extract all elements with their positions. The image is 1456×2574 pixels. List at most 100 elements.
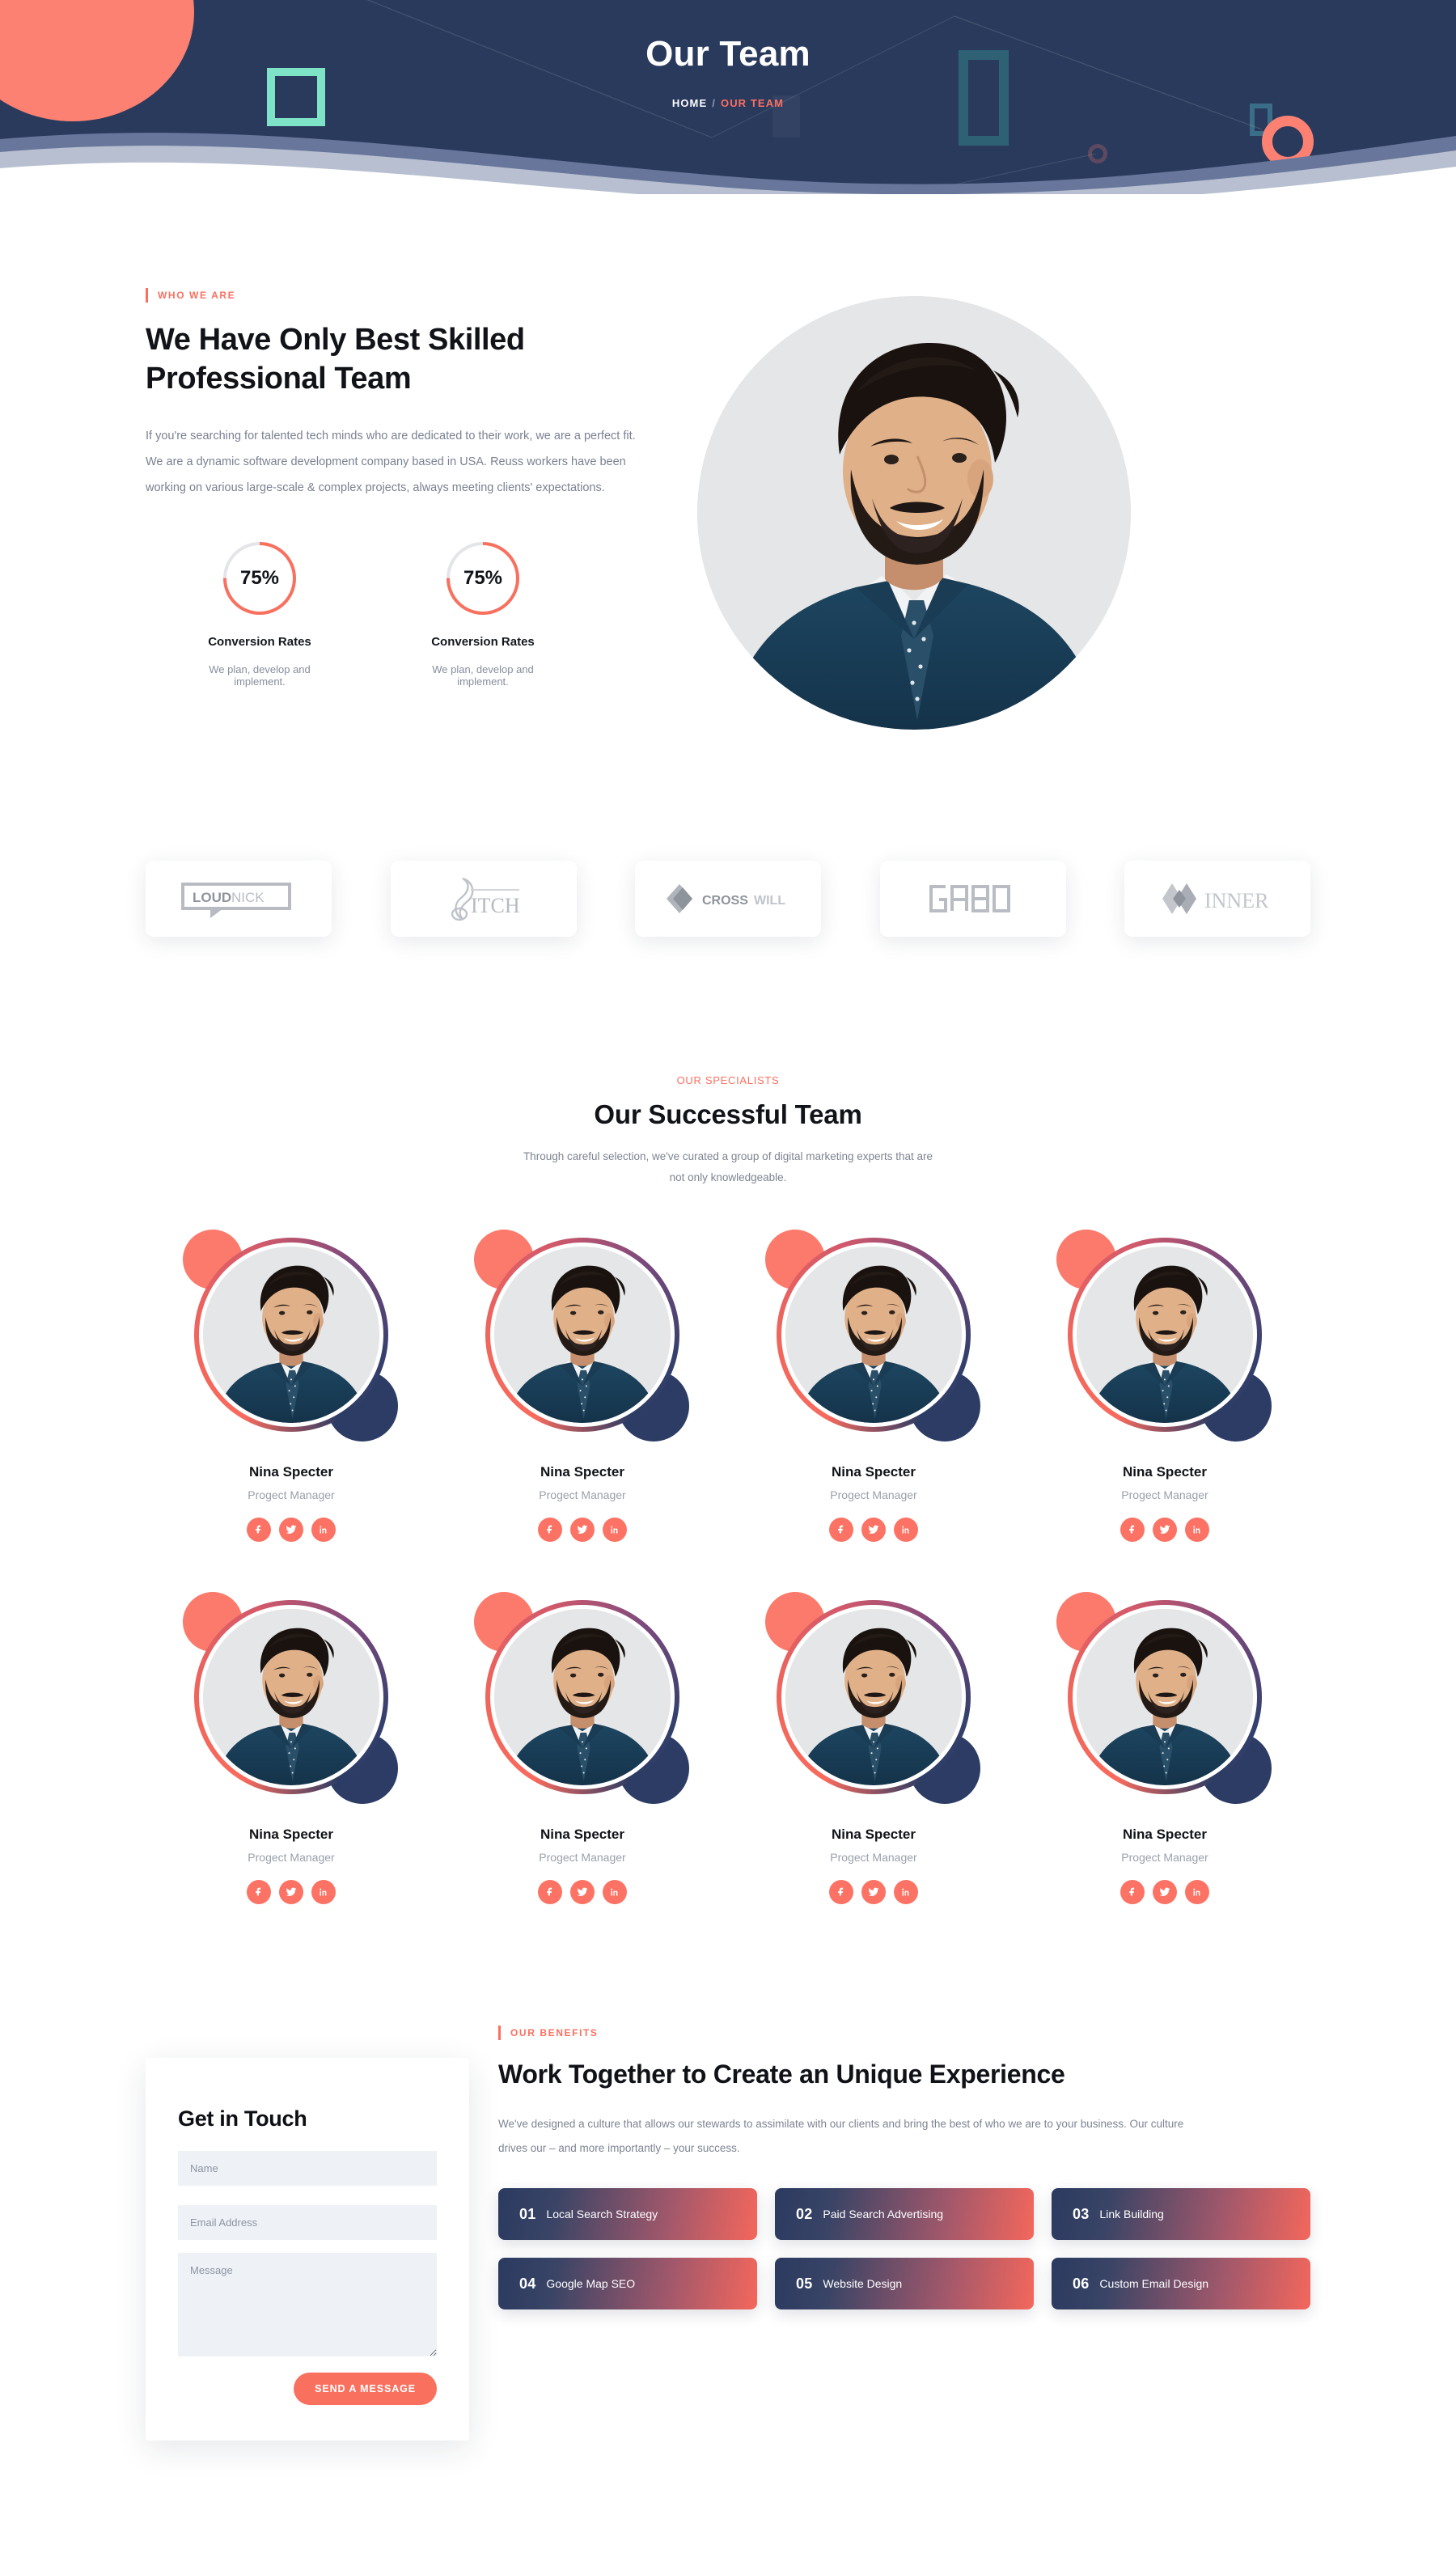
benefit-card[interactable]: 01 Local Search Strategy (498, 2188, 757, 2241)
team-member-role: Progect Manager (539, 1488, 626, 1501)
benefit-label: Local Search Strategy (546, 2208, 658, 2221)
facebook-link[interactable] (247, 1517, 271, 1542)
facebook-icon (545, 1886, 556, 1897)
team-member-socials (146, 1517, 437, 1542)
twitter-link[interactable] (570, 1879, 595, 1904)
benefit-number: 06 (1073, 2275, 1090, 2292)
inner-logo-icon: INNER (1162, 883, 1269, 914)
avatar-gradient-ring (485, 1599, 679, 1794)
twitter-icon (1159, 1524, 1170, 1535)
team-member-avatar (183, 1589, 400, 1806)
twitter-link[interactable] (279, 1879, 303, 1904)
linkedin-link[interactable] (894, 1879, 918, 1904)
avatar-photo (203, 1246, 379, 1423)
linkedin-link[interactable] (311, 1879, 336, 1904)
brand-card-crosswill[interactable]: CROSS WILL (635, 861, 821, 937)
avatar-inner-frame (781, 1242, 966, 1427)
team-member-card[interactable]: Nina Specter Progect Manager (437, 1589, 728, 1904)
team-member-socials (1019, 1879, 1310, 1904)
benefit-label: Paid Search Advertising (823, 2208, 944, 2221)
team-member-role: Progect Manager (830, 1488, 917, 1501)
benefit-number: 02 (796, 2205, 813, 2222)
benefit-card[interactable]: 03 Link Building (1052, 2188, 1310, 2241)
twitter-link[interactable] (1153, 1517, 1177, 1542)
benefit-card[interactable]: 05 Website Design (775, 2258, 1034, 2310)
linkedin-link[interactable] (311, 1517, 336, 1542)
facebook-link[interactable] (829, 1879, 853, 1904)
linkedin-link[interactable] (603, 1879, 627, 1904)
crosswill-logo-icon: CROSS WILL (667, 884, 785, 913)
linkedin-link[interactable] (1185, 1879, 1209, 1904)
linkedin-icon (610, 1887, 620, 1897)
twitter-link[interactable] (861, 1879, 886, 1904)
avatar-photo (785, 1608, 962, 1785)
avatar-gradient-ring (777, 1237, 971, 1432)
page-title: Our Team (645, 34, 811, 74)
team-member-card[interactable]: Nina Specter Progect Manager (437, 1226, 728, 1542)
send-message-button[interactable]: SEND A MESSAGE (294, 2372, 437, 2405)
message-textarea[interactable] (178, 2252, 437, 2356)
brand-card-inner[interactable]: INNER (1124, 861, 1310, 937)
benefit-card[interactable]: 04 Google Map SEO (498, 2258, 757, 2310)
benefits-eyebrow: OUR BENEFITS (498, 2026, 1310, 2040)
twitter-link[interactable] (1153, 1879, 1177, 1904)
name-input[interactable] (178, 2150, 437, 2186)
brand-card-loudnick[interactable]: LOUD NICK (146, 861, 332, 937)
stat-description: We plan, develop and implement. (209, 663, 311, 688)
linkedin-link[interactable] (603, 1517, 627, 1542)
facebook-link[interactable] (538, 1517, 562, 1542)
breadcrumb-separator: / (712, 97, 716, 109)
stat-title: Conversion Rates (208, 635, 311, 650)
benefit-number: 01 (519, 2205, 536, 2222)
facebook-link[interactable] (247, 1879, 271, 1904)
svg-text:NICK: NICK (231, 890, 265, 905)
facebook-link[interactable] (1120, 1517, 1145, 1542)
twitter-link[interactable] (861, 1517, 886, 1542)
team-member-role: Progect Manager (830, 1850, 917, 1864)
email-input[interactable] (178, 2204, 437, 2240)
who-we-are-eyebrow: WHO WE ARE (146, 288, 663, 303)
facebook-link[interactable] (538, 1879, 562, 1904)
brand-card-itch[interactable]: ITCH (390, 861, 577, 937)
contact-form-card: Get in Touch SEND A MESSAGE (146, 2057, 469, 2441)
loudnick-logo-icon: LOUD NICK (181, 883, 291, 918)
twitter-link[interactable] (570, 1517, 595, 1542)
team-member-card[interactable]: Nina Specter Progect Manager (728, 1589, 1019, 1904)
twitter-icon (1159, 1886, 1170, 1898)
avatar-photo (785, 1246, 962, 1423)
team-member-card[interactable]: Nina Specter Progect Manager (146, 1589, 437, 1904)
contact-benefits-section: Get in Touch SEND A MESSAGE OUR BENEFITS… (146, 2026, 1310, 2441)
avatar-photo (494, 1608, 671, 1785)
who-we-are-image-column (696, 288, 1132, 730)
team-member-card[interactable]: Nina Specter Progect Manager (146, 1226, 437, 1542)
stat-description: We plan, develop and implement. (432, 663, 534, 688)
facebook-icon (254, 1524, 265, 1535)
benefit-number: 03 (1073, 2205, 1090, 2222)
facebook-link[interactable] (1120, 1879, 1145, 1904)
linkedin-link[interactable] (894, 1517, 918, 1542)
twitter-link[interactable] (279, 1517, 303, 1542)
team-member-card[interactable]: Nina Specter Progect Manager (728, 1226, 1019, 1542)
benefit-card[interactable]: 02 Paid Search Advertising (775, 2188, 1034, 2241)
facebook-link[interactable] (829, 1517, 853, 1542)
brand-card-gabo[interactable] (879, 861, 1066, 937)
team-member-role: Progect Manager (248, 1488, 335, 1501)
team-member-card[interactable]: Nina Specter Progect Manager (1019, 1589, 1310, 1904)
team-members-grid: Nina Specter Progect Manager Nina Specte… (146, 1226, 1310, 1904)
team-member-card[interactable]: Nina Specter Progect Manager (1019, 1226, 1310, 1542)
linkedin-icon (901, 1525, 911, 1535)
avatar-gradient-ring (194, 1237, 388, 1432)
team-member-avatar (183, 1226, 400, 1443)
avatar-gradient-ring (777, 1599, 971, 1794)
team-member-avatar (474, 1226, 691, 1443)
stat-item: 75% Conversion Rates We plan, develop an… (183, 540, 336, 688)
breadcrumb-home-link[interactable]: HOME (672, 97, 707, 109)
team-member-socials (728, 1517, 1019, 1542)
contact-submit-row: SEND A MESSAGE (178, 2372, 437, 2405)
benefit-card[interactable]: 06 Custom Email Design (1052, 2258, 1310, 2310)
team-member-name: Nina Specter (832, 1826, 916, 1842)
benefit-label: Google Map SEO (546, 2277, 636, 2291)
team-section-title: Our Successful Team (594, 1099, 862, 1129)
linkedin-link[interactable] (1185, 1517, 1209, 1542)
facebook-icon (1128, 1886, 1138, 1897)
